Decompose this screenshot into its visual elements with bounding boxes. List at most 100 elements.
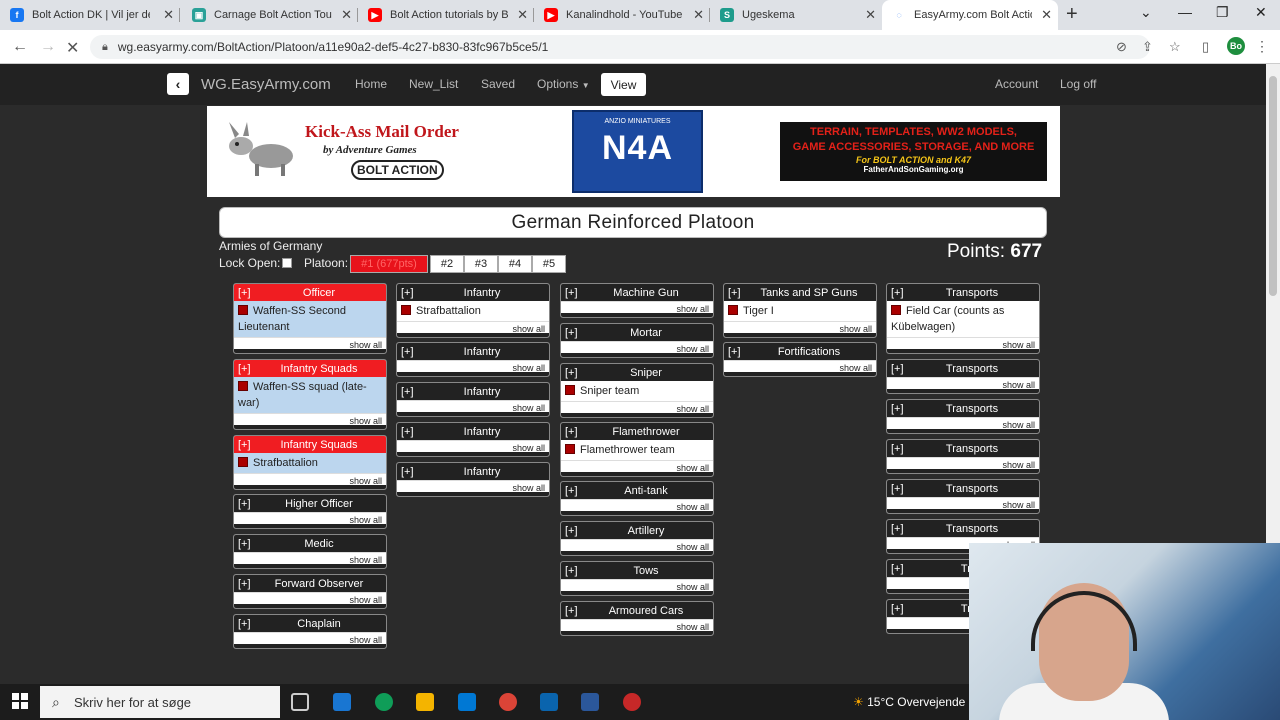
expand-plus-button[interactable]: [+] xyxy=(565,287,578,299)
unit-remove-icon[interactable] xyxy=(238,305,248,315)
expand-plus-button[interactable]: [+] xyxy=(401,386,414,398)
show-all-link[interactable]: show all xyxy=(234,592,386,608)
show-all-link[interactable]: show all xyxy=(397,360,549,376)
show-all-link[interactable]: show all xyxy=(234,337,386,353)
unit-remove-icon[interactable] xyxy=(401,305,411,315)
category-header[interactable]: [+] Sniper xyxy=(561,364,713,381)
category-header[interactable]: [+] Artillery xyxy=(561,522,713,539)
category-header[interactable]: [+] Higher Officer xyxy=(234,495,386,512)
expand-plus-button[interactable]: [+] xyxy=(728,346,741,358)
weather-widget[interactable]: ☀ 15°C Overvejende s... xyxy=(853,695,985,709)
show-all-link[interactable]: show all xyxy=(397,400,549,416)
unit-remove-icon[interactable] xyxy=(238,457,248,467)
platoon-tab-2[interactable]: #2 xyxy=(430,255,464,273)
unit-remove-icon[interactable] xyxy=(565,385,575,395)
expand-plus-button[interactable]: [+] xyxy=(891,523,904,535)
unit-remove-icon[interactable] xyxy=(891,305,901,315)
expand-plus-button[interactable]: [+] xyxy=(891,443,904,455)
show-all-link[interactable]: show all xyxy=(887,497,1039,513)
windows-start-icon[interactable] xyxy=(12,693,28,709)
close-tab-icon[interactable]: ✕ xyxy=(693,7,704,23)
show-all-link[interactable]: show all xyxy=(561,619,713,635)
category-header[interactable]: [+] Infantry xyxy=(397,423,549,440)
expand-plus-button[interactable]: [+] xyxy=(728,287,741,299)
expand-plus-button[interactable]: [+] xyxy=(238,498,251,510)
show-all-link[interactable]: show all xyxy=(887,457,1039,473)
url-field[interactable]: 🔒︎ wg.easyarmy.com/BoltAction/Platoon/a1… xyxy=(90,35,1150,59)
profile-avatar[interactable]: Bo xyxy=(1227,37,1245,55)
browser-tab[interactable]: ▣ Carnage Bolt Action Tourna ✕ xyxy=(182,0,358,30)
category-header[interactable]: [+] Transports xyxy=(887,400,1039,417)
expand-plus-button[interactable]: [+] xyxy=(238,439,251,451)
show-all-link[interactable]: show all xyxy=(561,301,713,317)
expand-plus-button[interactable]: [+] xyxy=(401,466,414,478)
lock-open-checkbox[interactable] xyxy=(282,258,293,268)
store-icon[interactable] xyxy=(333,693,351,711)
category-header[interactable]: [+] Transports xyxy=(887,360,1039,377)
browser-menu-icon[interactable]: ⋮ xyxy=(1255,38,1269,55)
edge-icon[interactable] xyxy=(375,693,393,711)
close-tab-icon[interactable]: ✕ xyxy=(865,7,876,23)
nav-home[interactable]: Home xyxy=(355,77,387,91)
ad-n4a[interactable]: ANZIO MINIATURES N4A xyxy=(572,110,703,193)
category-header[interactable]: [+] Mortar xyxy=(561,324,713,341)
category-header[interactable]: [+] Anti-tank xyxy=(561,482,713,499)
close-tab-icon[interactable]: ✕ xyxy=(341,7,352,23)
category-header[interactable]: [+] Infantry xyxy=(397,383,549,400)
category-header[interactable]: [+] Flamethrower xyxy=(561,423,713,440)
platoon-tab-4[interactable]: #4 xyxy=(498,255,532,273)
browser-tab[interactable]: ▶ Bolt Action tutorials by Bo ✕ xyxy=(358,0,534,30)
category-header[interactable]: [+] Transports xyxy=(887,480,1039,497)
unit-entry[interactable]: Waffen-SS Second Lieutenant xyxy=(234,301,386,337)
expand-plus-button[interactable]: [+] xyxy=(401,346,414,358)
show-all-link[interactable]: show all xyxy=(234,413,386,429)
platoon-tab-3[interactable]: #3 xyxy=(464,255,498,273)
record-app-icon[interactable] xyxy=(623,693,641,711)
nav-account[interactable]: Account xyxy=(995,77,1038,91)
category-header[interactable]: [+] Chaplain xyxy=(234,615,386,632)
show-all-link[interactable]: show all xyxy=(561,460,713,476)
category-header[interactable]: [+] Tows xyxy=(561,562,713,579)
nav-new-list[interactable]: New_List xyxy=(409,77,458,91)
platoon-tab-5[interactable]: #5 xyxy=(532,255,566,273)
task-view-icon[interactable] xyxy=(291,693,309,711)
expand-plus-button[interactable]: [+] xyxy=(891,603,904,615)
ad-kick-ass-mail-order[interactable]: Kick-Ass Mail Order by Adventure Games B… xyxy=(223,116,493,186)
show-all-link[interactable]: show all xyxy=(561,401,713,417)
chevron-left-icon[interactable]: ‹ xyxy=(167,73,189,95)
unit-entry[interactable]: Tiger I xyxy=(724,301,876,321)
expand-plus-button[interactable]: [+] xyxy=(238,287,251,299)
lock-icon[interactable]: 🔒︎ xyxy=(102,41,108,54)
nav-options[interactable]: Options ▼ xyxy=(537,77,590,91)
sidebar-icon[interactable]: ▯ xyxy=(1202,39,1209,55)
browser-tab[interactable]: f Bolt Action DK | Vil jer der p ✕ xyxy=(0,0,180,30)
minimize-icon[interactable]: — xyxy=(1178,4,1192,20)
category-header[interactable]: [+] Infantry xyxy=(397,463,549,480)
show-all-link[interactable]: show all xyxy=(561,579,713,595)
nav-log-off[interactable]: Log off xyxy=(1060,77,1096,91)
show-all-link[interactable]: show all xyxy=(887,417,1039,433)
unit-remove-icon[interactable] xyxy=(238,381,248,391)
new-tab-icon[interactable]: + xyxy=(1066,3,1078,26)
nav-saved[interactable]: Saved xyxy=(481,77,515,91)
view-button[interactable]: View xyxy=(601,73,646,96)
category-header[interactable]: [+] Fortifications xyxy=(724,343,876,360)
show-all-link[interactable]: show all xyxy=(561,539,713,555)
bookmark-star-icon[interactable]: ☆ xyxy=(1169,39,1181,55)
category-header[interactable]: [+] Transports xyxy=(887,520,1039,537)
platoon-tab-1[interactable]: #1 (677pts) xyxy=(350,255,428,273)
expand-plus-button[interactable]: [+] xyxy=(565,327,578,339)
show-all-link[interactable]: show all xyxy=(397,321,549,337)
show-all-link[interactable]: show all xyxy=(234,632,386,648)
category-header[interactable]: [+] Transports xyxy=(887,440,1039,457)
browser-tab[interactable]: S Ugeskema ✕ xyxy=(710,0,882,30)
show-all-link[interactable]: show all xyxy=(234,512,386,528)
expand-plus-button[interactable]: [+] xyxy=(565,605,578,617)
category-header[interactable]: [+] Forward Observer xyxy=(234,575,386,592)
scrollbar-thumb[interactable] xyxy=(1269,76,1277,296)
unit-entry[interactable]: Flamethrower team xyxy=(561,440,713,460)
category-header[interactable]: [+] Tanks and SP Guns xyxy=(724,284,876,301)
browser-tab[interactable]: ◌ EasyArmy.com Bolt Action ✕ xyxy=(882,0,1058,30)
expand-plus-button[interactable]: [+] xyxy=(891,483,904,495)
expand-plus-button[interactable]: [+] xyxy=(565,565,578,577)
